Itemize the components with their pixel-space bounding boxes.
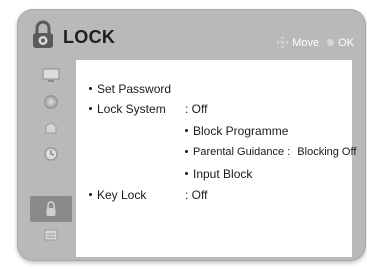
lock-system-item[interactable]: Lock System : Off [89,102,349,116]
lock-system-value: : Off [185,102,208,116]
setup-icon [45,122,57,134]
sidebar-item-audio[interactable] [30,89,72,115]
key-lock-label: Key Lock [97,188,147,202]
bullet-icon [185,149,188,153]
sidebar-item-picture[interactable] [30,63,72,89]
sidebar-item-time[interactable] [30,141,72,167]
lock-logo-icon [33,20,53,48]
ok-button-icon [327,39,335,46]
bullet-icon [89,107,92,111]
set-password-item[interactable]: Set Password [89,82,171,96]
move-arrows-icon [276,36,290,49]
bullet-icon [89,87,92,91]
sidebar-item-lock[interactable] [30,196,72,222]
key-lock-value: : Off [185,188,208,202]
lock-system-label: Lock System [97,102,166,116]
parental-guidance-label: Parental Guidance : [193,146,291,158]
block-programme-item[interactable]: Block Programme [185,124,288,138]
input-block-item[interactable]: Input Block [185,167,252,181]
sidebar-item-option[interactable] [30,222,72,248]
navigation-hints: Move OK [276,36,354,49]
option-icon [44,229,58,241]
picture-icon [42,68,60,82]
block-programme-label: Block Programme [193,124,289,138]
lock-icon [46,201,56,216]
ok-hint-label: OK [338,36,354,49]
parental-guidance-item[interactable]: Parental Guidance : Blocking Off [185,146,356,158]
time-icon [44,147,58,161]
bullet-icon [185,129,188,133]
move-hint-label: Move [292,36,320,49]
bullet-icon [89,193,92,197]
input-block-label: Input Block [193,167,253,181]
key-lock-item[interactable]: Key Lock : Off [89,188,349,202]
parental-guidance-value: Blocking Off [297,146,357,158]
title-bar: LOCK Move OK [17,9,366,59]
sidebar-item-setup[interactable] [30,115,72,141]
page-title: LOCK [63,27,116,47]
menu-sidebar [30,59,72,259]
bullet-icon [185,172,188,176]
set-password-label: Set Password [97,82,172,96]
audio-icon [44,95,58,109]
lock-settings-panel: Set Password Lock System : Off Block Pro… [76,60,356,257]
lock-menu-screen: LOCK Move OK Set Password Lock System: … [17,9,366,261]
